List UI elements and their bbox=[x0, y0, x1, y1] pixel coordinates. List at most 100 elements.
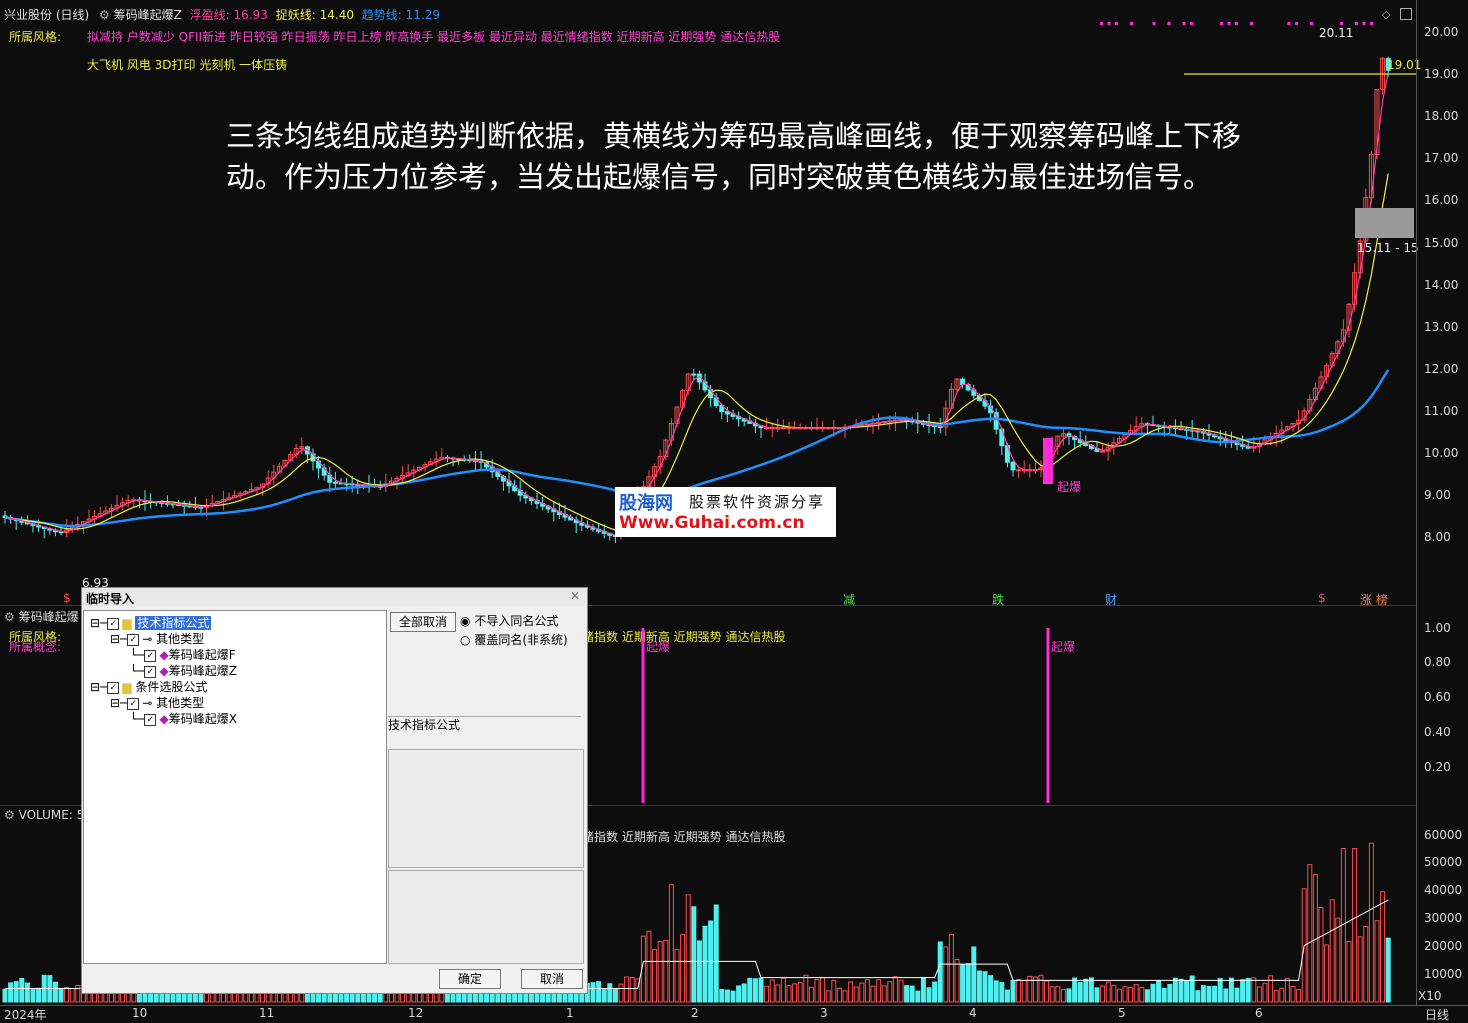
tree-root-condition[interactable]: ⊟─ ✓ ▆ 条件选股公式 bbox=[90, 678, 207, 695]
volume-bar bbox=[713, 904, 719, 1003]
signal-dot bbox=[1295, 22, 1298, 25]
checkbox[interactable]: ✓ bbox=[144, 665, 157, 678]
volume-bar bbox=[1262, 982, 1268, 1003]
volume-bar bbox=[1184, 980, 1190, 1003]
volume-bar bbox=[960, 964, 966, 1003]
volume-bar bbox=[657, 940, 663, 1003]
signal-dot bbox=[1182, 22, 1186, 25]
qibao-signal-block bbox=[1043, 438, 1053, 484]
month-label: 6 bbox=[1255, 1006, 1263, 1020]
volume-bar bbox=[691, 906, 697, 1003]
axis-tick: 18.00 bbox=[1424, 109, 1459, 124]
chip-range-box bbox=[1355, 208, 1414, 238]
stock-title[interactable]: 兴业股份 (日线) ⚙ 筹码峰起爆Z 浮盈线: 16.93 捉妖线: 14.40… bbox=[4, 6, 440, 23]
signal-dot bbox=[1235, 22, 1238, 25]
close-icon[interactable]: ✕ bbox=[570, 589, 580, 603]
radio-skip[interactable]: ◉ 不导入同名公式 bbox=[460, 612, 558, 629]
zhuoyao-line-yellow bbox=[4, 173, 1389, 532]
volume-bar bbox=[988, 975, 994, 1003]
volume-bar bbox=[2, 988, 8, 1003]
tree-leaf-f[interactable]: └─ ✓ ◆筹码峰起爆F bbox=[130, 646, 236, 663]
candle-body bbox=[1100, 450, 1106, 453]
checkbox[interactable]: ✓ bbox=[107, 681, 120, 694]
volume-bar bbox=[1284, 977, 1290, 1003]
volume-bar bbox=[1021, 979, 1027, 1003]
checkbox[interactable]: ✓ bbox=[144, 713, 157, 726]
volume-bar bbox=[915, 990, 921, 1003]
axis-tick: 50000 bbox=[1424, 855, 1463, 869]
volume-bar bbox=[685, 894, 691, 1003]
signal-dot bbox=[1355, 22, 1358, 25]
formula-tree[interactable]: ⊟─ ✓ ▆ 技术指标公式 ⊟─ ✓ ⊸ 其他类型 └─ ✓ ◆筹码峰起爆F └─ ✓ ◆筹码峰… bbox=[83, 610, 387, 964]
tree-group-other2[interactable]: ⊟─ ✓ ⊸ 其他类型 bbox=[110, 694, 204, 711]
style-tags: 拟减持 户数减少 QFII新进 昨日较强 昨日振荡 昨日上榜 昨高换手 最近多板… bbox=[87, 30, 781, 44]
volume-bar bbox=[1128, 986, 1134, 1003]
signal-dot bbox=[1130, 22, 1133, 25]
checkbox[interactable]: ✓ bbox=[144, 649, 157, 662]
checkbox[interactable]: ✓ bbox=[127, 633, 140, 646]
volume-bar bbox=[747, 977, 753, 1003]
radio-label: 覆盖同名(非系统) bbox=[474, 633, 568, 647]
signal-dot bbox=[1340, 22, 1343, 25]
tree-leaf-x[interactable]: └─ ✓ ◆筹码峰起爆X bbox=[130, 710, 237, 727]
import-dialog[interactable]: 临时导入 ✕ ⊟─ ✓ ▆ 技术指标公式 ⊟─ ✓ ⊸ 其他类型 └─ ✓ ◆筹码峰起爆F … bbox=[81, 587, 588, 994]
axis-tick: 15.00 bbox=[1424, 235, 1459, 250]
tree-group-other1[interactable]: ⊟─ ✓ ⊸ 其他类型 bbox=[110, 630, 204, 647]
volume-bar bbox=[1357, 936, 1363, 1003]
formula-icon: ◆ bbox=[159, 664, 169, 678]
volume-bar bbox=[1223, 988, 1229, 1003]
cancel-button[interactable]: 取消 bbox=[521, 969, 583, 989]
volume-bar bbox=[943, 946, 949, 1003]
volume-bar bbox=[1111, 984, 1117, 1003]
radio-overwrite[interactable]: ○ 覆盖同名(非系统) bbox=[460, 631, 568, 648]
tree-label: 筹码峰起爆Z bbox=[168, 664, 237, 678]
checkbox[interactable]: ✓ bbox=[127, 697, 140, 710]
zhuoyao-value: 14.40 bbox=[319, 8, 354, 22]
axis-tick: 60000 bbox=[1424, 828, 1463, 842]
cancel-all-button[interactable]: 全部取消 bbox=[390, 612, 456, 632]
checkbox[interactable]: ✓ bbox=[107, 617, 120, 630]
volume-bar bbox=[1217, 978, 1223, 1003]
signal-dot bbox=[1167, 22, 1171, 25]
tree-root-indicator[interactable]: ⊟─ ✓ ▆ 技术指标公式 bbox=[90, 614, 212, 631]
candle-body bbox=[332, 481, 338, 484]
diamond-icon[interactable]: ◇ bbox=[1382, 8, 1390, 21]
watermark-sub: 股票软件资源分享 bbox=[689, 493, 826, 511]
volume-bar bbox=[937, 941, 943, 1003]
ok-button[interactable]: 确定 bbox=[439, 969, 501, 989]
signal-dot bbox=[1362, 22, 1366, 25]
window-toggle-icon[interactable] bbox=[1400, 8, 1412, 20]
volume-bar bbox=[898, 979, 904, 1003]
dialog-titlebar[interactable]: 临时导入 ✕ bbox=[82, 588, 587, 606]
candle-body bbox=[1010, 461, 1016, 471]
period-label[interactable]: 日线 bbox=[1425, 1006, 1449, 1023]
axis-tick: 8.00 bbox=[1424, 530, 1451, 545]
volume-bar bbox=[1072, 977, 1078, 1003]
volume-bar bbox=[948, 934, 954, 1003]
volume-bar bbox=[724, 989, 730, 1003]
volume-bar bbox=[1144, 989, 1150, 1003]
volume-bar bbox=[1363, 926, 1369, 1003]
volume-bar bbox=[1044, 980, 1050, 1003]
volume-bar bbox=[1200, 985, 1206, 1003]
chip-range-label: 15.11 - 15 bbox=[1357, 241, 1419, 255]
tree-label: 筹码峰起爆X bbox=[168, 712, 237, 726]
volume-bar bbox=[1122, 986, 1128, 1003]
volume-bar bbox=[1228, 977, 1234, 1003]
radio-selected-icon: ◉ bbox=[460, 614, 471, 628]
description-panel bbox=[388, 749, 584, 868]
axis-tick: 20000 bbox=[1424, 939, 1463, 953]
volume-bar bbox=[36, 987, 42, 1003]
volume-bar bbox=[792, 983, 798, 1003]
volume-bar bbox=[887, 981, 893, 1003]
axis-tick: 17.00 bbox=[1424, 151, 1459, 166]
settings-gear-icon[interactable]: ⚙ bbox=[99, 8, 110, 22]
volume-bar bbox=[1156, 980, 1162, 1003]
tree-leaf-z[interactable]: └─ ✓ ◆筹码峰起爆Z bbox=[130, 662, 237, 679]
month-label: 1 bbox=[566, 1006, 574, 1020]
volume-bar bbox=[1335, 917, 1341, 1003]
volume-bar bbox=[1279, 987, 1285, 1003]
volume-bar bbox=[1296, 989, 1302, 1003]
volume-bar bbox=[1251, 977, 1257, 1003]
volume-bar bbox=[876, 979, 882, 1003]
